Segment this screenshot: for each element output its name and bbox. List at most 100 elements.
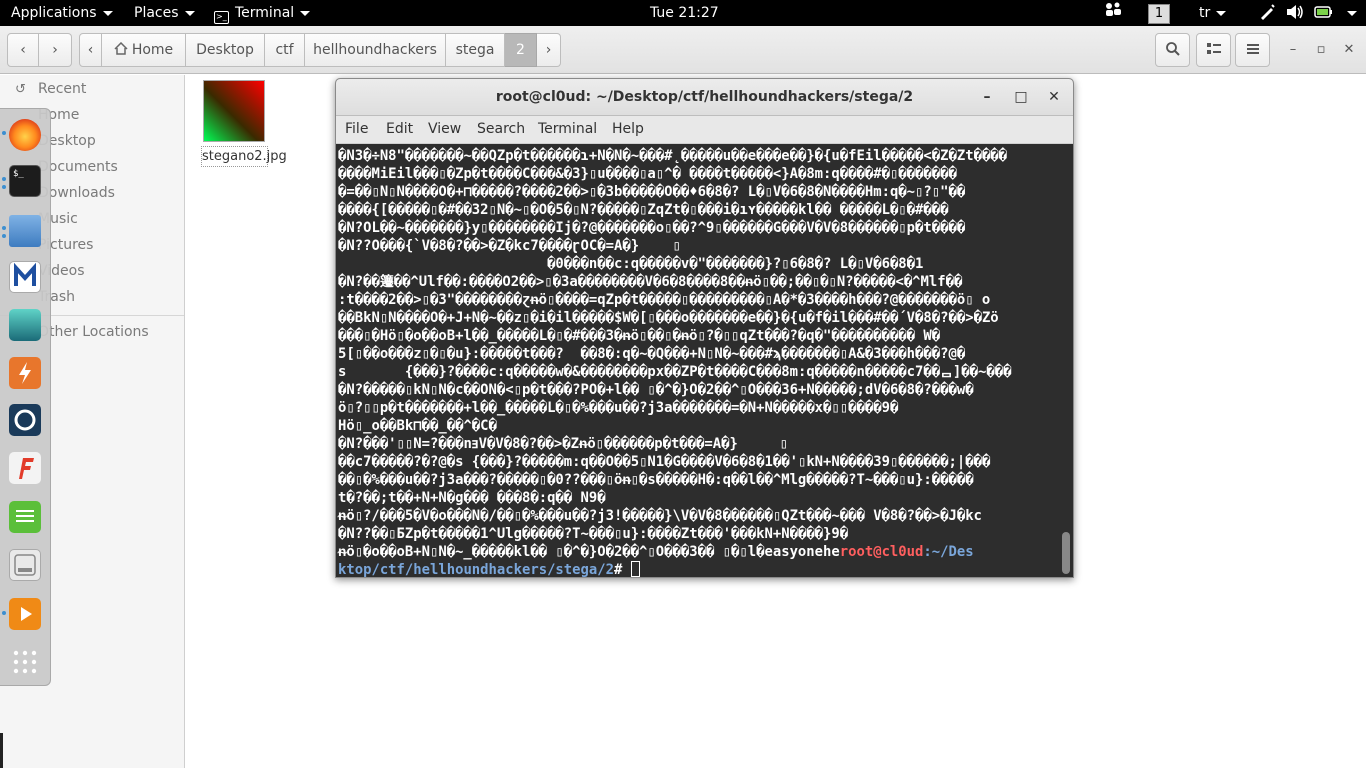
breadcrumb-ctf[interactable]: ctf: [265, 33, 305, 67]
terminal-icon[interactable]: $_: [9, 165, 41, 197]
output-line: ����MiEil���▯�Zp�t����C���&�3}▯u����▯a▯^…: [338, 166, 957, 182]
output-line: �N??O���{`V�8�?��>�Z�kc7����ɽOC�=A�} ▯: [338, 238, 681, 254]
output-line: Hö▯_o��Bk⊓��_��^�C�: [338, 418, 497, 434]
dock: $_: [0, 108, 51, 686]
menu-button[interactable]: [1235, 33, 1270, 67]
file-manager-headerbar: ‹ › ‹ Home Desktop ctf hellhoundhackers …: [0, 26, 1366, 74]
breadcrumb-desktop[interactable]: Desktop: [186, 33, 265, 67]
firefox-icon[interactable]: [9, 119, 41, 151]
breadcrumb-home[interactable]: Home: [102, 33, 186, 67]
breadcrumb-scroll-right[interactable]: ›: [537, 33, 561, 67]
search-button[interactable]: [1155, 33, 1190, 67]
output-line: �N?���'▯▯N=?���nⱻV�V�8�?��>�Zᵰö▯������p�…: [338, 436, 789, 452]
running-indicator: [2, 177, 6, 181]
running-indicator: [2, 611, 6, 615]
image-thumbnail: [203, 80, 265, 142]
burpsuite-icon[interactable]: [9, 357, 41, 389]
terminal-close-icon[interactable]: ✕: [1046, 89, 1062, 105]
output-line: �N?��䉦��^Ulf��:����O2��>▯�3a��������V�6�…: [338, 274, 963, 290]
text-editor-icon[interactable]: [9, 501, 41, 533]
app-grid-icon[interactable]: [9, 646, 41, 678]
prompt-line: ᵰö▯�o��oB+N▯N�~_�����kl�� ▯�^�}O�2��^▯O�…: [338, 543, 1056, 561]
menu-terminal[interactable]: Terminal: [538, 121, 597, 137]
prompt-symbol: #: [613, 562, 631, 578]
list-view-icon: [1206, 43, 1221, 54]
output-line: 5[▯��o���z▯�▯�u}:�����t���? ��8�:q�~�Q��…: [338, 346, 966, 362]
menu-edit[interactable]: Edit: [386, 121, 413, 137]
output-line: ��▯�%���u��?j3a���?�����▯�0??���▯öᵰ▯�s��…: [338, 472, 974, 488]
prompt-line-continued: ktop/ctf/hellhoundhackers/stega/2#: [338, 561, 1056, 578]
breadcrumb-stega[interactable]: stega: [446, 33, 505, 67]
output-line: ᵰö▯?/���5�V�o���N�/��▯�%���u��?j3!�����}…: [338, 508, 982, 524]
terminal-window[interactable]: root@cl0ud: ~/Desktop/ctf/hellhoundhacke…: [335, 78, 1074, 578]
view-toggle-button[interactable]: [1196, 33, 1231, 67]
terminal-menubar: File Edit View Search Terminal Help: [336, 116, 1073, 144]
clock[interactable]: Tue 21:27: [650, 0, 719, 26]
media-player-icon[interactable]: [9, 598, 41, 630]
metasploit-icon[interactable]: [9, 261, 41, 293]
files-icon[interactable]: [9, 215, 41, 247]
terminal-maximize-icon[interactable]: □: [1013, 89, 1029, 105]
output-line: ��BkN▯N����O�+J+N�~��z▯�i�il�����$W�[▯��…: [338, 310, 999, 326]
forward-button[interactable]: ›: [39, 33, 72, 67]
sidebar-item-other-locations[interactable]: Other Locations: [38, 324, 149, 340]
dock-edge: [0, 733, 3, 768]
back-button[interactable]: ‹: [7, 33, 39, 67]
menu-search[interactable]: Search: [477, 121, 525, 137]
maximize-icon[interactable]: ▫: [1312, 41, 1330, 59]
output-line: t�?��;t��+N+N�g��� ���8�:q�� N9�: [338, 490, 606, 506]
prompt-user: root@cl0ud: [839, 544, 924, 560]
workspace-switcher-icon[interactable]: [1104, 0, 1124, 26]
output-line: s {���}?����ϲ:q�����w�&��������px��ZP�t�…: [338, 364, 1012, 380]
sidebar-item-recent[interactable]: Recent: [38, 81, 86, 97]
breadcrumb-scroll-left[interactable]: ‹: [79, 33, 102, 67]
search-icon: [1165, 42, 1180, 56]
output-line: ����{[�����▯�#��32▯N�~▯�O�5�▯N?�����▯ZqZ…: [338, 202, 949, 218]
breadcrumb-2[interactable]: 2: [505, 33, 537, 67]
output-line: �N?OL��~�������}y▯��������Ij�?@�������o▯…: [338, 220, 966, 236]
workspace-indicator[interactable]: 1: [1148, 0, 1170, 26]
output-line: ���▯�Hö▯�o��oB+l��_�����L�▯�#���3�ᵰö▯��▯…: [338, 328, 941, 344]
minimize-icon[interactable]: –: [1284, 41, 1302, 59]
hamburger-icon: [1246, 44, 1259, 54]
running-indicator: [2, 234, 6, 238]
running-indicator: [2, 131, 6, 135]
avatar-icon[interactable]: [9, 309, 41, 341]
cherrytree-icon[interactable]: [9, 549, 41, 581]
menu-file[interactable]: File: [345, 121, 368, 137]
menu-help[interactable]: Help: [612, 121, 644, 137]
running-indicator: [2, 185, 6, 189]
running-indicator: [2, 226, 6, 230]
output-line: �N??��▯ƂZp�t�����1^Ulg�����?T~���▯u}:���…: [338, 526, 849, 542]
prompt-path: :~/Des: [923, 544, 974, 560]
terminal-scrollbar[interactable]: [1058, 144, 1073, 577]
menu-view[interactable]: View: [428, 121, 461, 137]
output-line: �=��▯N▯N����O�+⊓�����?����2��>▯�3b�����O…: [338, 184, 966, 200]
breadcrumb-hellhoundhackers[interactable]: hellhoundhackers: [305, 33, 446, 67]
pen-icon[interactable]: [1258, 0, 1276, 26]
output-line: :t����2��>▯�3"��������ɀᵰö▯����=qZp�t����…: [338, 292, 991, 308]
terminal-cursor: [630, 561, 640, 577]
system-menu[interactable]: [1341, 0, 1357, 26]
battery-icon[interactable]: [1314, 0, 1334, 26]
terminal-icon: >_: [214, 11, 229, 24]
close-icon[interactable]: ✕: [1340, 41, 1358, 59]
applications-menu[interactable]: Applications: [11, 0, 113, 26]
places-menu[interactable]: Places: [134, 0, 195, 26]
terminal-app-menu[interactable]: >_ Terminal: [214, 0, 311, 26]
maltego-icon[interactable]: [9, 404, 41, 436]
keyboard-layout-menu[interactable]: tr: [1199, 0, 1227, 26]
file-name: stegano2.jpg: [201, 146, 287, 167]
terminal-titlebar[interactable]: root@cl0ud: ~/Desktop/ctf/hellhoundhacke…: [336, 79, 1073, 116]
output-line: ��c7�����?�?@�s {���}?�����m:q��O��5▯N1�…: [338, 454, 991, 470]
terminal-minimize-icon[interactable]: –: [979, 89, 995, 105]
output-line: ᵰö▯�o��oB+N▯N�~_�����kl�� ▯�^�}O�2��^▯O�…: [338, 544, 840, 560]
prompt-path: ktop/ctf/hellhoundhackers/stega/2: [338, 562, 614, 578]
file-item[interactable]: stegano2.jpg: [201, 80, 287, 167]
volume-icon[interactable]: [1285, 0, 1305, 26]
faraday-icon[interactable]: [9, 452, 41, 484]
terminal-output[interactable]: �N3�÷N8"�������~��QZp�t������ɿ+N�N�~���#…: [336, 144, 1058, 578]
home-icon: [114, 41, 128, 55]
scrollbar-thumb[interactable]: [1062, 532, 1070, 574]
recent-icon: ↺: [15, 82, 26, 97]
